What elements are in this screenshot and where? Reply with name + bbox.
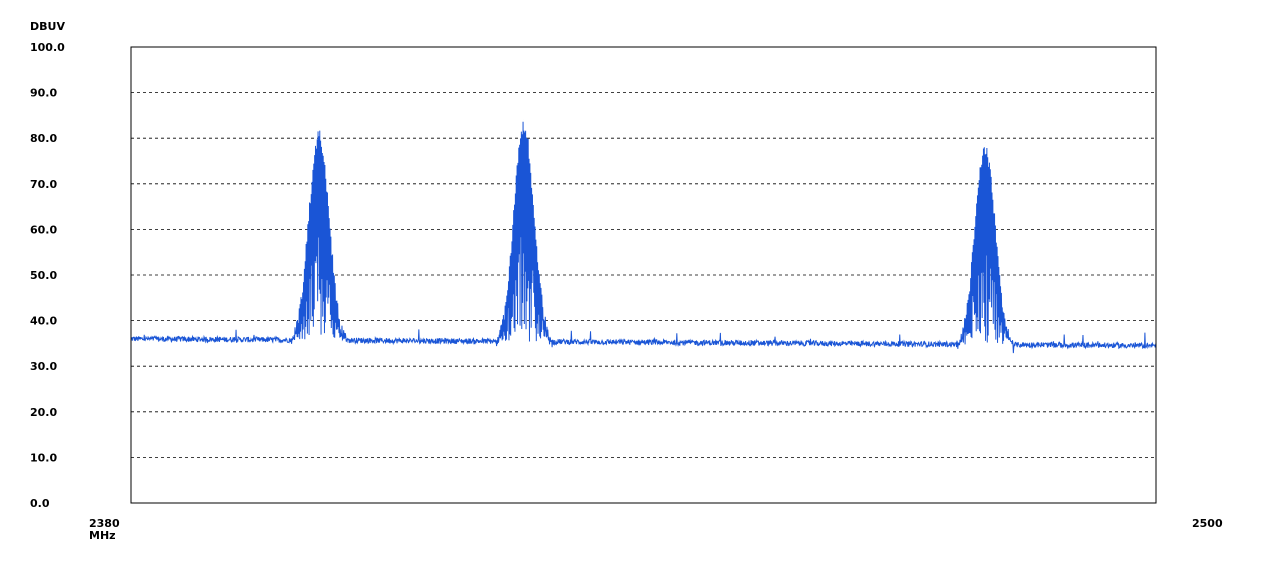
y-tick-label: 40.0: [30, 315, 57, 328]
y-tick-label: 70.0: [30, 178, 57, 191]
y-tick-labels: 0.0 10.0 20.0 30.0 40.0 50.0 60.0 70.0 80.0 90.0 1…: [30, 41, 65, 510]
y-tick-label: 90.0: [30, 87, 57, 100]
x-tick-end: 2500: [1192, 517, 1223, 530]
y-tick-label: 100.0: [30, 41, 65, 54]
y-axis-unit-label: DBUV: [30, 20, 65, 33]
grid-lines: [131, 92, 1156, 458]
y-tick-label: 30.0: [30, 360, 57, 373]
y-tick-label: 60.0: [30, 223, 57, 236]
spectrum-trace-line: [130, 121, 1157, 354]
y-tick-label: 50.0: [30, 269, 57, 282]
x-axis-unit-label: MHz: [89, 529, 116, 542]
y-tick-label: 80.0: [30, 132, 57, 145]
y-tick-label: 0.0: [30, 497, 50, 510]
trace: [130, 119, 1157, 354]
y-tick-label: 20.0: [30, 406, 57, 419]
spectrum-chart: DBUV 0.0 10.0 20.0 30.0 40.0 50.0 60.0 70.0 80.0…: [30, 20, 1223, 542]
y-tick-label: 10.0: [30, 451, 57, 464]
